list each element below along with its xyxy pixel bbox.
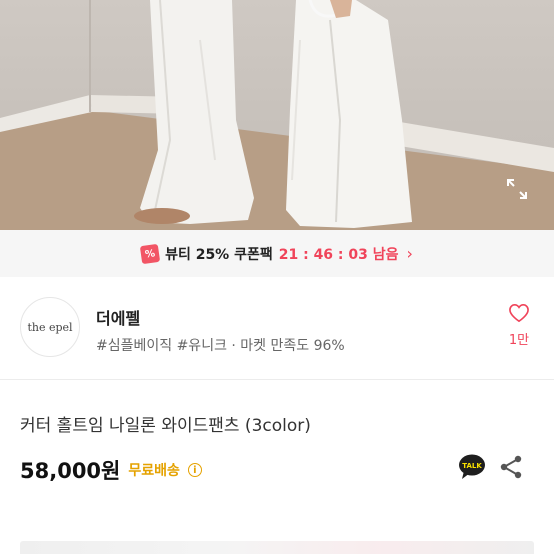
shop-logo[interactable]: the epel [20, 297, 80, 357]
svg-text:TALK: TALK [462, 462, 482, 470]
heart-icon [509, 303, 529, 323]
product-title: 커터 홀트임 나일론 와이드팬츠 (3color) [20, 416, 311, 436]
coupon-label: 뷰티 25% 쿠폰팩 [165, 246, 273, 263]
coupon-percent-icon: % [139, 243, 161, 264]
product-info: 커터 홀트임 나일론 와이드팬츠 (3color) 58,000원 무료배송 i… [0, 381, 554, 554]
coupon-banner[interactable]: % 뷰티 25% 쿠폰팩 21 : 46 : 03 남음 › [0, 230, 554, 277]
shop-section: the epel 더에펠 #심플베이직 #유니크 · 마켓 만족도 96% 1만 [0, 277, 554, 380]
like-button[interactable]: 1만 [504, 303, 534, 348]
price-row: 58,000원 무료배송 i [20, 455, 202, 485]
truncated-row [20, 541, 534, 554]
talk-button[interactable]: TALK [458, 454, 486, 480]
product-price: 58,000원 [20, 459, 121, 483]
product-photo[interactable] [0, 0, 554, 230]
info-icon[interactable]: i [187, 463, 202, 477]
expand-icon [507, 179, 527, 199]
photo-illustration [0, 0, 554, 230]
chevron-right-icon: › [406, 244, 413, 263]
expand-button[interactable] [502, 174, 532, 204]
coupon-timer: 21 : 46 : 03 남음 [278, 246, 399, 263]
share-icon [500, 455, 522, 479]
kakaotalk-icon: TALK [459, 454, 485, 479]
share-button[interactable] [498, 453, 524, 481]
shop-tags: #심플베이직 #유니크 · 마켓 만족도 96% [96, 338, 345, 354]
shop-name[interactable]: 더에펠 [96, 305, 140, 329]
like-count: 1만 [508, 333, 530, 348]
shipping-badge: 무료배송 [128, 463, 180, 479]
